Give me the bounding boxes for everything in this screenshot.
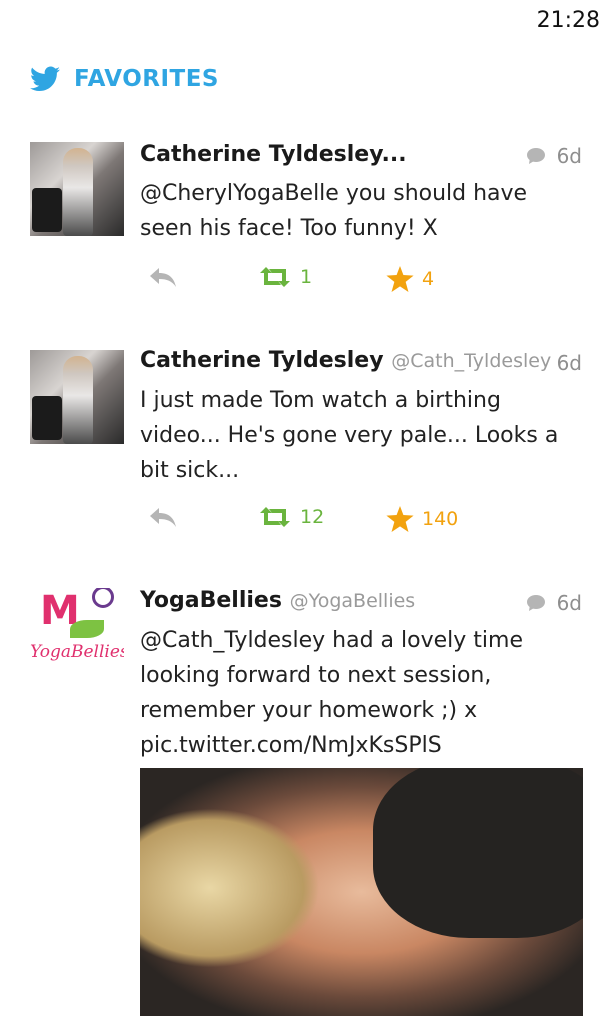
status-time: 21:28 xyxy=(536,8,600,33)
conversation-icon xyxy=(526,595,545,611)
tweet-actions: 12 140 xyxy=(140,506,580,536)
retweet-icon xyxy=(260,267,290,287)
favorite-button[interactable]: 4 xyxy=(386,266,434,292)
reply-icon xyxy=(150,508,176,527)
tweet-media-photo[interactable] xyxy=(140,768,583,1016)
avatar[interactable] xyxy=(30,350,124,444)
tweet-actions: 1 4 xyxy=(140,266,580,296)
tweet-author[interactable]: Catherine Tyldesley @Cath_Tyldesley xyxy=(140,348,551,373)
tweet-time-label: 6d xyxy=(556,351,582,375)
avatar[interactable]: M YogaBellies xyxy=(30,588,124,682)
favorite-count: 140 xyxy=(422,508,459,530)
logo-text: YogaBellies xyxy=(30,642,124,662)
tweet-author-name[interactable]: YogaBellies xyxy=(140,588,282,613)
tweet-text: @CherylYogaBelle you should have seen hi… xyxy=(140,181,528,241)
tweet-author-handle: @YogaBellies xyxy=(289,590,416,612)
tweet-author-name[interactable]: Catherine Tyldesley xyxy=(140,348,384,373)
tweet-text[interactable]: @Cath_Tyldesley had a lovely time lookin… xyxy=(140,623,580,763)
tweet-time: 6d xyxy=(557,351,582,375)
tweet-text: I just made Tom watch a birthing video..… xyxy=(140,388,559,483)
reply-button[interactable] xyxy=(148,506,186,528)
tweet-time-label: 6d xyxy=(556,144,582,168)
twitter-bird-icon xyxy=(30,66,60,91)
page-title: FAVORITES xyxy=(74,66,219,92)
logo-circle-icon xyxy=(92,588,114,608)
tweet-author-name[interactable]: Catherine Tyldesley... xyxy=(140,142,407,167)
page-header: FAVORITES xyxy=(30,66,219,92)
favorite-button[interactable]: 140 xyxy=(386,506,458,532)
retweet-button[interactable]: 12 xyxy=(258,506,324,528)
retweet-count: 12 xyxy=(300,506,325,528)
star-icon xyxy=(386,266,414,292)
tweet-time: 6d xyxy=(526,144,582,168)
conversation-icon xyxy=(526,148,545,164)
star-icon xyxy=(386,506,414,532)
retweet-count: 1 xyxy=(300,266,313,288)
tweet-time-label: 6d xyxy=(556,591,582,615)
reply-icon xyxy=(150,268,176,287)
favorite-count: 4 xyxy=(422,268,435,290)
tweet-time: 6d xyxy=(526,591,582,615)
avatar[interactable] xyxy=(30,142,124,236)
leaf-icon xyxy=(70,620,104,638)
retweet-icon xyxy=(260,507,290,527)
tweet-author[interactable]: YogaBellies @YogaBellies xyxy=(140,588,415,613)
tweet-author-handle: @Cath_Tyldesley xyxy=(391,350,552,372)
reply-button[interactable] xyxy=(148,266,186,288)
retweet-button[interactable]: 1 xyxy=(258,266,312,288)
